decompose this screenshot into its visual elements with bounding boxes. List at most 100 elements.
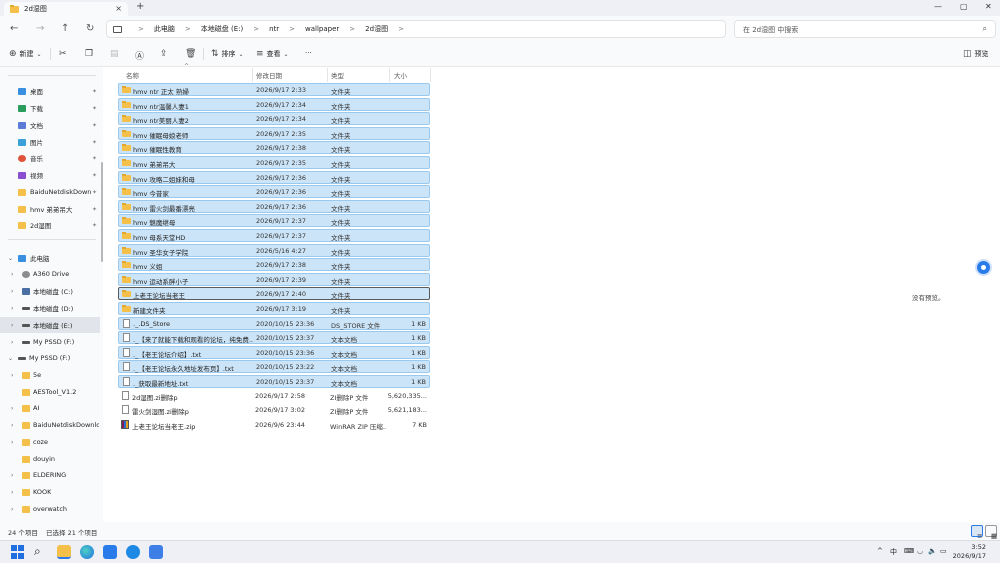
more-button[interactable]: ··· [305, 49, 312, 57]
file-row[interactable]: hmv 催眠性教育 2026/9/17 2:38 文件夹 [118, 141, 430, 155]
file-row[interactable]: 2d湿图.zi删除p 2026/9/17 2:58 ZI删除P 文件 5,620,33… [118, 390, 430, 403]
paste-button[interactable]: ▤ [110, 49, 122, 59]
sidebar-item-downloads[interactable]: 下载 ✦ [0, 100, 100, 116]
file-row[interactable]: ._【老王论坛介绍】.txt 2020/10/15 23:36 文本文档 1 KB [118, 345, 430, 359]
file-row[interactable]: 上老王论坛当老王 2026/9/17 2:40 文件夹 [118, 287, 430, 301]
floating-assistant-button[interactable] [977, 261, 990, 274]
file-row[interactable]: hmv ntr 正太 熟婦 2026/9/17 2:33 文件夹 [118, 83, 430, 96]
sidebar-item-drive-f[interactable]: › My PSSD (F:) [0, 334, 100, 350]
file-row[interactable]: hmv 弟弟吊大 2026/9/17 2:35 文件夹 [118, 156, 430, 169]
sidebar-item-videos[interactable]: 视频 ✦ [0, 167, 100, 183]
sidebar-folder-overwatch[interactable]: › overwatch [0, 501, 100, 517]
tab-close-button[interactable]: × [115, 4, 122, 13]
file-row[interactable]: hmv 今昔家 2026/9/17 2:36 文件夹 [118, 185, 430, 199]
file-row[interactable]: hmv ntr温馨人妻1 2026/9/17 2:34 文件夹 [118, 97, 430, 111]
back-button[interactable]: ← [10, 23, 18, 34]
wifi-icon[interactable]: ◡ [917, 547, 923, 555]
refresh-button[interactable]: ↻ [86, 23, 94, 34]
tiles-view-button[interactable]: ▦ [985, 525, 997, 540]
file-row[interactable]: hmv 圣华女子学院 2026/5/16 4:27 文件夹 [118, 243, 430, 257]
sidebar-folder-coze[interactable]: › coze [0, 434, 100, 450]
sidebar-item-documents[interactable]: 文档 ✦ [0, 117, 100, 133]
delete-button[interactable]: 🗑 [185, 49, 199, 59]
breadcrumb-this-pc[interactable]: 此电脑 [154, 24, 175, 34]
file-row[interactable]: ._【来了就能下载和观看的论坛，纯免费... 2020/10/15 23:37 文本… [118, 331, 430, 345]
sidebar-item-2d[interactable]: 2d湿图 ✦ [0, 217, 100, 233]
file-row[interactable]: hmv 母系天堂HD 2026/9/17 2:37 文件夹 [118, 229, 430, 242]
sidebar-item-baidu[interactable]: BaiduNetdiskDownload ✦ [0, 184, 100, 200]
volume-icon[interactable]: 🔈 [928, 547, 937, 555]
sidebar-item-pictures[interactable]: 图片 ✦ [0, 134, 100, 150]
sidebar-item-hmv[interactable]: hmv 弟弟吊大 ✦ [0, 201, 100, 217]
sidebar-folder-ai[interactable]: › AI [0, 400, 100, 416]
sidebar-folder-eldering[interactable]: › ELDERING [0, 467, 100, 483]
tab-2d-wet-images[interactable]: 2d湿图 × [4, 2, 128, 16]
app-taskbar-button[interactable] [126, 545, 140, 559]
preview-pane-button[interactable]: ◫ 预览 [963, 49, 989, 59]
battery-icon[interactable]: ▭ [940, 547, 947, 555]
minimize-button[interactable]: — [934, 2, 942, 11]
file-row[interactable]: 新建文件夹 2026/9/17 3:19 文件夹 [118, 302, 430, 315]
cut-button[interactable]: ✂ [59, 49, 70, 59]
sidebar-item-desktop[interactable]: 桌面 ✦ [0, 83, 100, 99]
start-button[interactable] [11, 545, 25, 559]
file-row[interactable]: ._【老王论坛永久地址发布页】.txt 2020/10/15 23:22 文本文档 1… [118, 360, 430, 374]
column-header-date[interactable]: 修改日期 [256, 70, 282, 80]
file-row[interactable]: ._获取最新地址.txt 2020/10/15 23:37 文本文档 1 KB [118, 375, 430, 388]
sidebar-folder-5e[interactable]: › 5e [0, 367, 100, 383]
sidebar-scrollbar[interactable] [101, 162, 103, 262]
sidebar-folder-kook[interactable]: › KOOK [0, 484, 100, 500]
view-button[interactable]: ≡ 查看 ⌄ [256, 49, 292, 59]
rename-button[interactable]: Ⓐ [135, 49, 147, 62]
sidebar-item-pssd[interactable]: ⌄ My PSSD (F:) [0, 350, 100, 366]
tray-overflow-button[interactable]: ^ [877, 547, 883, 555]
details-view-button[interactable]: ≡ [971, 525, 983, 540]
breadcrumb-ntr[interactable]: ntr [269, 25, 279, 33]
sidebar-folder-baidu[interactable]: › BaiduNetdiskDownload [0, 417, 100, 433]
sidebar-item-a360[interactable]: › A360 Drive [0, 266, 100, 282]
keyboard-icon[interactable]: ⌨ [904, 547, 914, 555]
app2-taskbar-button[interactable] [149, 545, 163, 559]
file-row[interactable]: hmv 雷火剑最番漂亮 2026/9/17 2:36 文件夹 [118, 199, 430, 213]
file-row[interactable]: hmv 魅魔继母 2026/9/17 2:37 文件夹 [118, 214, 430, 228]
sidebar-item-music[interactable]: 音乐 ✦ [0, 150, 100, 166]
file-row[interactable]: 雷火剑湿图.zi删除p 2026/9/17 3:02 ZI删除P 文件 5,621,1… [118, 404, 430, 417]
new-tab-button[interactable]: + [136, 1, 144, 12]
close-window-button[interactable]: ✕ [985, 2, 992, 11]
file-explorer-taskbar-button[interactable] [57, 545, 71, 559]
file-row[interactable]: hmv 义姐 2026/9/17 2:38 文件夹 [118, 258, 430, 272]
breadcrumb-wallpaper[interactable]: wallpaper [305, 25, 339, 33]
file-row[interactable]: hmv 催眠母娘老师 2026/9/17 2:35 文件夹 [118, 126, 430, 140]
sidebar-item-drive-c[interactable]: › 本地磁盘 (C:) [0, 283, 100, 299]
breadcrumb[interactable]: > 此电脑 > 本地磁盘 (E:) > ntr > wallpaper > 2d… [106, 20, 726, 38]
store-taskbar-button[interactable] [103, 545, 117, 559]
ime-indicator[interactable]: 中 [890, 547, 897, 557]
copy-button[interactable]: ❐ [85, 49, 96, 59]
edge-taskbar-button[interactable] [80, 545, 94, 559]
pin-icon: ✦ [92, 221, 98, 229]
sidebar-folder-douyin[interactable]: douyin [0, 451, 100, 467]
column-header-type[interactable]: 类型 [331, 70, 344, 80]
sidebar-folder-aestool[interactable]: AESTool_V1.2 [0, 384, 100, 400]
breadcrumb-drive-e[interactable]: 本地磁盘 (E:) [201, 24, 243, 34]
file-row[interactable]: hmv 运动系胖小子 2026/9/17 2:39 文件夹 [118, 272, 430, 286]
file-row[interactable]: 上老王论坛当老王.zip 2026/9/6 23:44 WinRAR ZIP 压缩.… [118, 419, 430, 432]
sidebar-item-this-pc[interactable]: ⌄ 此电脑 [0, 250, 100, 266]
sort-button[interactable]: ⇅ 排序 ⌄ [211, 49, 247, 59]
search-taskbar-button[interactable]: ⌕ [34, 544, 48, 558]
column-header-name[interactable]: 名称 [126, 70, 139, 80]
maximize-button[interactable]: ▢ [960, 2, 968, 11]
sidebar-item-drive-e[interactable]: › 本地磁盘 (E:) [0, 317, 100, 333]
file-row[interactable]: hmv ntr美丽人妻2 2026/9/17 2:34 文件夹 [118, 112, 430, 126]
sidebar-item-drive-d[interactable]: › 本地磁盘 (D:) [0, 300, 100, 316]
forward-button[interactable]: → [36, 23, 44, 34]
breadcrumb-current[interactable]: 2d湿图 [365, 24, 388, 34]
file-row[interactable]: ._.DS_Store 2020/10/15 23:36 DS_STORE 文件 1 … [118, 316, 430, 330]
file-row[interactable]: hmv 攻略二姐妹和母 2026/9/17 2:36 文件夹 [118, 170, 430, 184]
system-clock[interactable]: 3:52 2026/9/17 [953, 543, 986, 561]
search-input[interactable]: 在 2d湿图 中搜索 ⌕ [734, 20, 996, 38]
up-button[interactable]: ↑ [61, 23, 69, 34]
column-header-size[interactable]: 大小 [394, 70, 407, 80]
share-button[interactable]: ⇪ [160, 49, 171, 59]
new-button[interactable]: ⊕ 新建 ⌄ [9, 49, 45, 59]
